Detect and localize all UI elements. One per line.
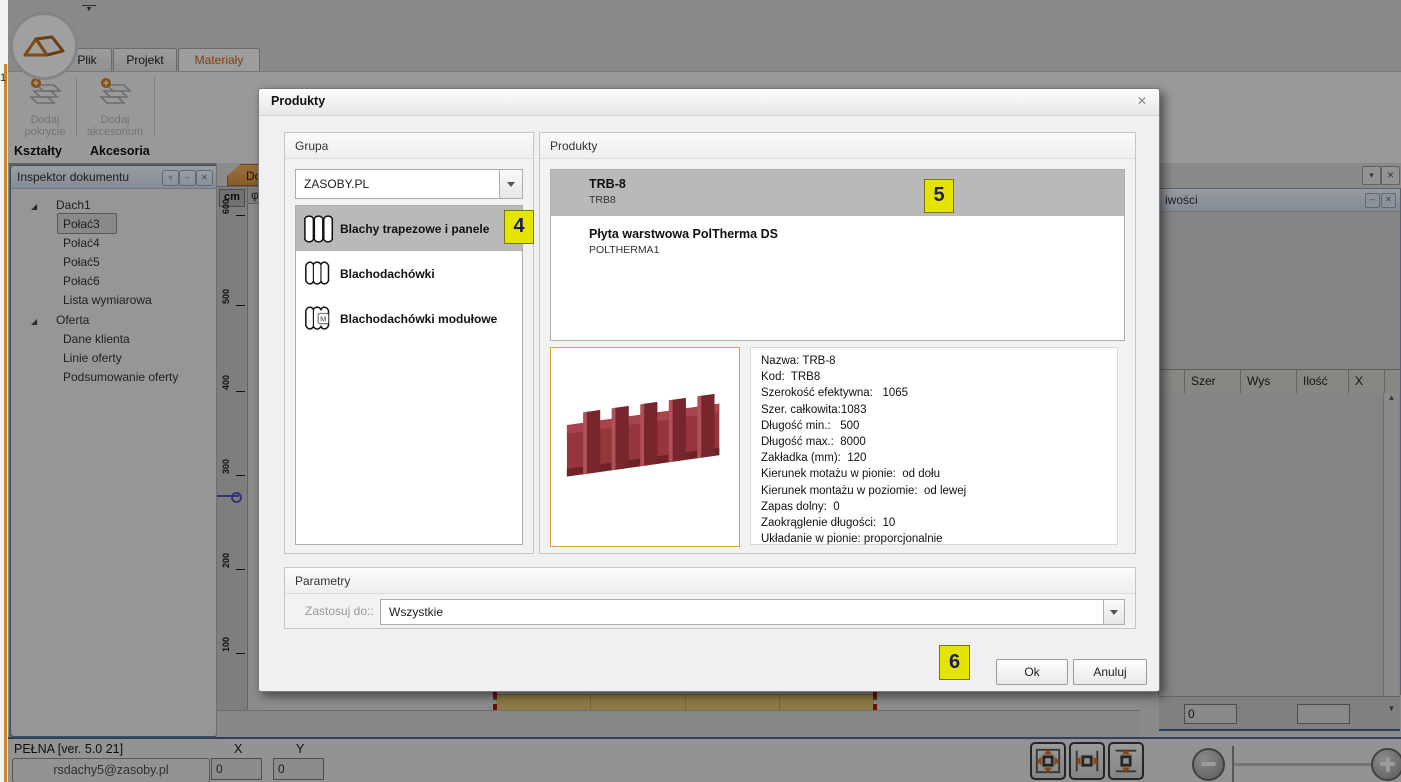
group-groupbox-label: Grupa [285, 133, 533, 159]
dialog-title: Produkty [271, 94, 325, 108]
apply-to-value: Wszystkie [389, 605, 443, 619]
product-image [550, 347, 740, 547]
product-list: TRB-8 TRB8 Płyta warstwowa PolTherma DS … [550, 169, 1125, 341]
chevron-down-icon[interactable] [499, 170, 522, 198]
detail-line: Kierunek motażu w pionie: od dołu [761, 466, 1117, 482]
product-name: Płyta warstwowa PolTherma DS [589, 227, 778, 241]
group-item-blachodachowki[interactable]: Blachodachówki [296, 251, 522, 296]
detail-line: Kierunek montażu w poziomie: od lewej [761, 483, 1117, 499]
left-edge-accent-line [4, 64, 7, 782]
product-name: TRB-8 [589, 177, 626, 191]
products-groupbox: Produkty TRB-8 TRB8 Płyta warstwowa PolT… [539, 132, 1136, 554]
detail-line: Zapas dolny: 0 [761, 499, 1117, 515]
group-item-blachodachowki-modulowe[interactable]: M Blachodachówki modułowe [296, 296, 522, 341]
dialog-titlebar[interactable]: Produkty ✕ [259, 89, 1159, 116]
detail-line: Zaokrąglenie długości: 10 [761, 515, 1117, 531]
left-edge-page-label: 1 [0, 72, 8, 84]
parameters-groupbox: Parametry Zastosuj do:: Wszystkie [284, 567, 1136, 629]
source-dropdown[interactable]: ZASOBY.PL [295, 169, 523, 199]
dialog-close-icon[interactable]: ✕ [1137, 94, 1147, 108]
group-item-label: Blachy trapezowe i panele [340, 222, 489, 236]
source-dropdown-value: ZASOBY.PL [304, 177, 369, 191]
products-groupbox-label: Produkty [540, 133, 1135, 159]
detail-line: Układanie w pionie: proporcjonalnie [761, 531, 1117, 547]
group-item-label: Blachodachówki modułowe [340, 312, 497, 326]
apply-to-dropdown[interactable]: Wszystkie [380, 599, 1125, 625]
step-badge-4: 4 [504, 210, 534, 244]
group-list: Blachy trapezowe i panele Blachodachówki [295, 205, 523, 545]
product-code: POLTHERMA1 [589, 244, 659, 256]
group-groupbox: Grupa ZASOBY.PL Blachy trapezowe i panel… [284, 132, 534, 554]
product-item-trb8[interactable]: TRB-8 TRB8 [551, 170, 1124, 216]
detail-line: Szerokość efektywna: 1065 [761, 385, 1117, 401]
group-item-label: Blachodachówki [340, 267, 435, 281]
step-badge-5: 5 [924, 179, 954, 213]
detail-line: Długość max.: 8000 [761, 434, 1117, 450]
product-details: Nazwa: TRB-8 Kod: TRB8 Szerokość efektyw… [750, 347, 1118, 545]
detail-line: Długość min.: 500 [761, 418, 1117, 434]
detail-line: Szer. całkowita:1083 [761, 402, 1117, 418]
apply-to-label: Zastosuj do:: [305, 604, 374, 618]
trapezoid-sheet-icon [302, 212, 338, 246]
svg-text:M: M [320, 314, 326, 323]
app-screen: 1 ▼ Plik Projekt Materiały [0, 0, 1401, 782]
parameters-groupbox-label: Parametry [285, 568, 1135, 594]
tile-sheet-modular-icon: M [302, 302, 338, 336]
product-item-poltherma[interactable]: Płyta warstwowa PolTherma DS POLTHERMA1 [551, 220, 1124, 266]
cancel-button[interactable]: Anuluj [1073, 659, 1147, 685]
step-badge-6: 6 [939, 645, 970, 680]
group-item-blachy-trapezowe[interactable]: Blachy trapezowe i panele [296, 206, 522, 251]
detail-line: Kod: TRB8 [761, 369, 1117, 385]
trapezoid-sheet-photo [559, 387, 731, 507]
product-code: TRB8 [589, 194, 616, 206]
chevron-down-icon[interactable] [1103, 600, 1124, 624]
detail-line: Nazwa: TRB-8 [761, 353, 1117, 369]
ok-button[interactable]: Ok [996, 659, 1068, 685]
detail-line: Zakładka (mm): 120 [761, 450, 1117, 466]
products-dialog: Produkty ✕ Grupa ZASOBY.PL [258, 88, 1160, 692]
tile-sheet-icon [302, 257, 338, 291]
